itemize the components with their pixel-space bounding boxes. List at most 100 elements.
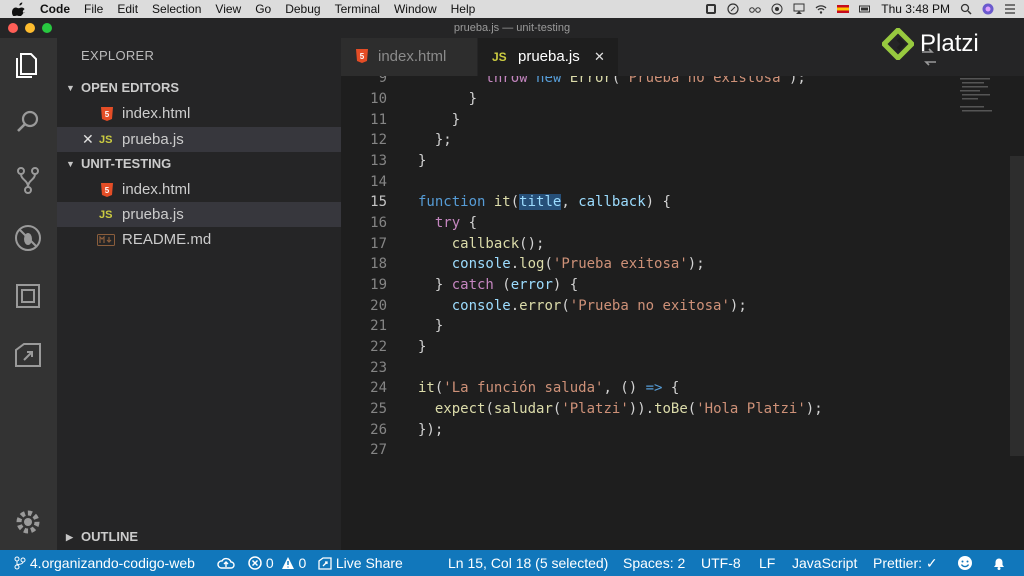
source-control-icon[interactable]: [12, 164, 44, 196]
menu-file[interactable]: File: [84, 2, 103, 16]
encoding-status[interactable]: UTF-8: [701, 550, 741, 576]
code-line-26[interactable]: });: [418, 422, 443, 438]
menu-debug[interactable]: Debug: [285, 2, 320, 16]
cloud-upload-icon[interactable]: [217, 556, 235, 570]
unit-testing-folder-header[interactable]: ▼ UNIT-TESTING: [57, 152, 341, 176]
selected-text[interactable]: title: [519, 194, 562, 210]
file-name: index.html: [122, 181, 191, 198]
code-line-20[interactable]: console.error('Prueba no exitosa');: [418, 298, 747, 314]
file-item-prueba-js[interactable]: JS prueba.js: [57, 202, 341, 227]
line-number: 18: [370, 256, 387, 272]
cursor-position[interactable]: Ln 15, Col 18 (5 selected): [448, 550, 608, 576]
markdown-icon: [97, 234, 115, 246]
indentation-status[interactable]: Spaces: 2: [623, 550, 685, 576]
menu-view[interactable]: View: [215, 2, 241, 16]
explorer-icon[interactable]: [12, 48, 44, 80]
file-item-index-html[interactable]: 5 index.html: [57, 177, 341, 202]
minimap[interactable]: [958, 76, 1002, 116]
glasses-icon[interactable]: [749, 3, 762, 15]
prettier-status[interactable]: Prettier: ✓: [873, 550, 938, 576]
code-line-13[interactable]: }: [418, 153, 426, 169]
code-line-11[interactable]: }: [418, 112, 460, 128]
apple-icon[interactable]: [12, 2, 26, 16]
zoom-window-button[interactable]: [42, 23, 52, 33]
live-share-icon[interactable]: [12, 338, 44, 370]
code-line-24[interactable]: it('La función saluda', () => {: [418, 380, 679, 396]
js-icon: JS: [99, 134, 113, 146]
search-icon[interactable]: [12, 106, 44, 138]
code-line-25[interactable]: expect(saludar('Platzi')).toBe('Hola Pla…: [418, 401, 823, 417]
close-window-button[interactable]: [8, 23, 18, 33]
notifications-bell-icon[interactable]: [991, 555, 1007, 571]
live-share-icon: [318, 557, 332, 570]
spotlight-search-icon[interactable]: [960, 3, 972, 15]
line-number: 16: [370, 215, 387, 231]
code-line-23[interactable]: [418, 360, 426, 376]
platzi-logo: Platzi: [882, 24, 979, 64]
close-icon[interactable]: ✕: [594, 38, 605, 76]
pen-icon[interactable]: [727, 3, 739, 15]
tab-prueba-js[interactable]: JS prueba.js ✕: [478, 38, 618, 76]
menubar-clock[interactable]: Thu 3:48 PM: [881, 2, 950, 16]
tab-index-html[interactable]: 5 index.html: [341, 38, 477, 76]
code-line-9[interactable]: throw new Error('Prueba no existosa');: [418, 76, 805, 86]
menu-edit[interactable]: Edit: [117, 2, 138, 16]
live-share-status[interactable]: Live Share: [318, 550, 403, 576]
code-line-17[interactable]: callback();: [418, 236, 545, 252]
line-number: 10: [370, 91, 387, 107]
settings-gear-icon[interactable]: [12, 506, 44, 538]
airplay-icon[interactable]: [793, 3, 805, 15]
open-editors-section-header[interactable]: ▼ OPEN EDITORS: [57, 76, 341, 100]
outline-label: OUTLINE: [81, 529, 139, 544]
language-mode[interactable]: JavaScript: [792, 550, 857, 576]
problems-status[interactable]: 0 0: [248, 550, 306, 576]
open-editor-item-prueba-js[interactable]: ✕ JS prueba.js: [57, 127, 341, 152]
code-line-16[interactable]: try {: [418, 215, 477, 231]
menu-go[interactable]: Go: [255, 2, 271, 16]
file-item-readme-md[interactable]: README.md: [57, 227, 341, 252]
platzi-logo-icon: [882, 28, 914, 60]
menu-app-code[interactable]: Code: [40, 2, 70, 16]
code-line-21[interactable]: }: [418, 318, 443, 334]
eol-status[interactable]: LF: [759, 550, 775, 576]
code-line-10[interactable]: }: [418, 91, 477, 107]
line-number: 17: [370, 236, 387, 252]
screen-record-icon[interactable]: [705, 3, 717, 15]
close-icon[interactable]: ✕: [82, 127, 94, 152]
minimize-window-button[interactable]: [25, 23, 35, 33]
html5-icon: 5: [101, 183, 113, 197]
line-number: 26: [370, 422, 387, 438]
code-line-12[interactable]: };: [418, 132, 452, 148]
code-line-19[interactable]: } catch (error) {: [418, 277, 578, 293]
window-controls: [8, 23, 52, 33]
activity-bar: [0, 38, 57, 550]
code-line-14[interactable]: [418, 174, 426, 190]
menu-help[interactable]: Help: [451, 2, 476, 16]
menu-selection[interactable]: Selection: [152, 2, 201, 16]
outline-section-header[interactable]: ▶ OUTLINE: [57, 525, 341, 549]
menu-window[interactable]: Window: [394, 2, 437, 16]
line-number: 11: [370, 112, 387, 128]
notification-center-icon[interactable]: [1004, 3, 1016, 15]
file-name: README.md: [122, 231, 212, 248]
debug-icon[interactable]: [12, 222, 44, 254]
menu-terminal[interactable]: Terminal: [335, 2, 380, 16]
code-line-22[interactable]: }: [418, 339, 426, 355]
code-line-15[interactable]: function it(title, callback) {: [418, 194, 671, 210]
code-line-27[interactable]: [418, 442, 426, 458]
vertical-scrollbar[interactable]: [1010, 156, 1024, 456]
wifi-icon[interactable]: [815, 3, 827, 15]
code-editor[interactable]: 9 10 11 12 13 14 15 16 17 18 19 20 21 22 23 24 25 26 27 th…: [341, 76, 1024, 550]
branch-status[interactable]: 4.organizando-codigo-web: [14, 550, 195, 576]
line-number: 22: [370, 339, 387, 355]
battery-icon[interactable]: [859, 3, 871, 15]
siri-icon[interactable]: [982, 3, 994, 15]
code-line-18[interactable]: console.log('Prueba exitosa');: [418, 256, 705, 272]
open-editor-item-index-html[interactable]: 5 index.html: [57, 101, 341, 126]
window-titlebar: prueba.js — unit-testing: [0, 18, 1024, 38]
extensions-icon[interactable]: [12, 280, 44, 312]
feedback-smiley-icon[interactable]: [957, 555, 973, 571]
window-title: prueba.js — unit-testing: [453, 22, 571, 34]
target-icon[interactable]: [771, 3, 783, 15]
spain-flag-icon[interactable]: [837, 3, 850, 15]
